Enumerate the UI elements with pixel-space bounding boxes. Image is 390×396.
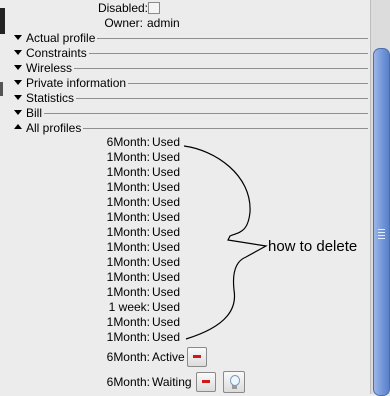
profile-status: Used — [152, 150, 181, 164]
section-all-profiles[interactable]: All profiles — [6, 121, 370, 135]
profile-row: 1Month: Used — [6, 180, 186, 195]
profile-name: 6Month: — [106, 375, 150, 389]
triangle-down-icon — [14, 35, 22, 40]
profile-name: 1Month: — [106, 180, 150, 194]
section-rule — [26, 98, 368, 99]
profile-row: 6Month: Used — [6, 135, 186, 150]
left-edge-dark-block — [0, 8, 5, 34]
profile-row: 1Month: Used — [6, 330, 186, 345]
scrollbar-grip-icon — [378, 229, 385, 239]
profile-status: Active — [152, 350, 185, 364]
profile-status: Used — [152, 180, 181, 194]
section-statistics[interactable]: Statistics — [6, 91, 370, 105]
triangle-up-icon — [14, 124, 22, 129]
profile-status: Used — [152, 240, 181, 254]
profile-row: 1Month: Used — [6, 255, 186, 270]
remove-active-profile-button[interactable] — [187, 347, 207, 367]
section-title: Statistics — [26, 91, 77, 105]
section-title: Private information — [26, 76, 129, 90]
left-edge-mark — [0, 82, 3, 96]
section-wireless[interactable]: Wireless — [6, 61, 370, 75]
profile-row: 1Month: Used — [6, 315, 186, 330]
section-title: Actual profile — [26, 31, 98, 45]
triangle-down-icon — [14, 110, 22, 115]
disabled-label: Disabled: — [97, 1, 148, 15]
annotation-text: how to delete — [268, 238, 358, 255]
profile-name: 1Month: — [106, 285, 150, 299]
section-title: Constraints — [26, 46, 89, 60]
profile-row: 1Month: Used — [6, 285, 186, 300]
profile-status: Used — [152, 225, 181, 239]
section-title: Wireless — [26, 61, 75, 75]
profile-name: 1Month: — [106, 270, 150, 284]
activate-profile-button[interactable] — [223, 371, 245, 393]
section-constraints[interactable]: Constraints — [6, 46, 370, 60]
profile-status: Used — [152, 330, 181, 344]
remove-waiting-profile-button[interactable] — [196, 372, 216, 392]
owner-label: Owner: — [104, 16, 143, 30]
profile-status: Waiting — [152, 375, 192, 389]
triangle-down-icon — [14, 80, 22, 85]
profile-name: 1Month: — [106, 210, 150, 224]
profile-status: Used — [152, 195, 181, 209]
disabled-checkbox[interactable] — [148, 2, 160, 14]
profile-name: 1Month: — [106, 255, 150, 269]
profile-status: Used — [152, 270, 181, 284]
profile-status: Used — [152, 165, 181, 179]
profile-name: 1 week: — [108, 300, 150, 314]
section-actual-profile[interactable]: Actual profile — [6, 31, 370, 45]
lightbulb-base — [232, 385, 237, 389]
triangle-down-icon — [14, 95, 22, 100]
waiting-profile-row: 6Month: Waiting — [6, 375, 192, 390]
profile-name: 1Month: — [106, 315, 150, 329]
profile-status: Used — [152, 210, 181, 224]
profile-name: 1Month: — [106, 225, 150, 239]
profile-row: 1Month: Used — [6, 210, 186, 225]
profile-row: 1Month: Used — [6, 195, 186, 210]
profile-status: Used — [152, 315, 181, 329]
profile-row: 1Month: Used — [6, 225, 186, 240]
profile-name: 1Month: — [106, 330, 150, 344]
profile-name: 1Month: — [106, 150, 150, 164]
section-private-information[interactable]: Private information — [6, 76, 370, 90]
profile-status: Used — [152, 255, 181, 269]
section-title: Bill — [26, 106, 45, 120]
profile-row: 1Month: Used — [6, 240, 186, 255]
profile-status: Used — [152, 285, 181, 299]
section-rule — [26, 68, 368, 69]
minus-icon — [202, 380, 210, 383]
vertical-scrollbar[interactable] — [370, 0, 390, 396]
profile-status: Used — [152, 300, 181, 314]
section-rule — [26, 113, 368, 114]
owner-value: admin — [147, 16, 180, 30]
profile-row: 1Month: Used — [6, 165, 186, 180]
profile-row: 1Month: Used — [6, 270, 186, 285]
profile-row: 1 week: Used — [6, 300, 186, 315]
section-title: All profiles — [26, 121, 84, 135]
minus-icon — [193, 355, 201, 358]
profile-name: 1Month: — [106, 240, 150, 254]
active-profile-row: 6Month: Active — [6, 350, 186, 365]
triangle-down-icon — [14, 65, 22, 70]
scrollbar-thumb[interactable] — [373, 48, 390, 396]
profile-name: 6Month: — [106, 135, 150, 149]
profile-row: 1Month: Used — [6, 150, 186, 165]
profile-status: Used — [152, 135, 181, 149]
profile-name: 6Month: — [106, 350, 150, 364]
section-bill[interactable]: Bill — [6, 106, 370, 120]
user-details-panel: Disabled: Owner: admin Actual profile Co… — [6, 0, 370, 394]
profile-name: 1Month: — [106, 165, 150, 179]
triangle-down-icon — [14, 50, 22, 55]
profile-name: 1Month: — [106, 195, 150, 209]
